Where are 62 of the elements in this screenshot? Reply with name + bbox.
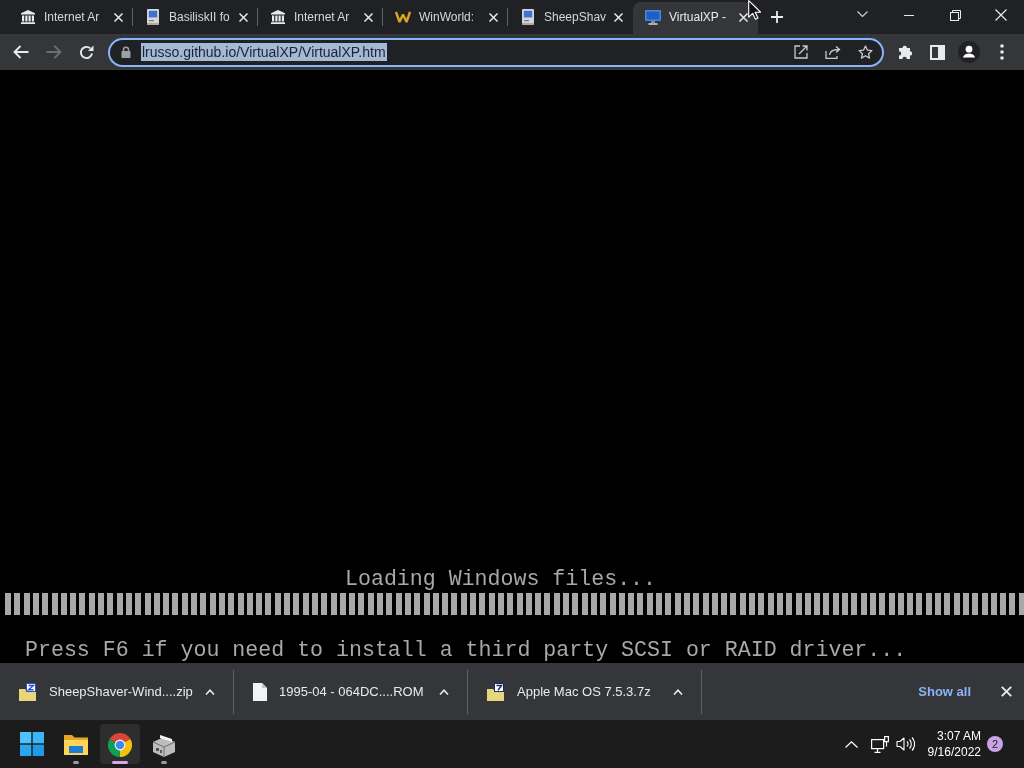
mouse-pointer-icon [748, 0, 761, 20]
columns-building-icon [20, 9, 36, 25]
address-bar[interactable]: lrusso.github.io/VirtualXP/VirtualXP.htm [108, 37, 884, 67]
close-icon [613, 12, 623, 22]
more-menu-icon [1000, 44, 1004, 60]
file-icon [253, 682, 267, 701]
setup-prompt-text: Press F6 if you need to install a third party SCSI or RAID driver... [25, 637, 907, 663]
restore-icon [949, 9, 961, 21]
clock-time[interactable]: 3:07 AM [936, 728, 981, 744]
speaker-icon[interactable] [895, 736, 915, 752]
browser-icon [108, 733, 132, 757]
close-icon [1000, 686, 1012, 697]
taskbar-app-button[interactable] [100, 724, 140, 764]
browser-tab[interactable]: Internet Ar [8, 2, 133, 34]
download-item[interactable]: Apple Mac OS 7.5.3.7z [468, 669, 701, 714]
close-icon [113, 12, 123, 22]
close-icon [995, 9, 1007, 21]
profile-avatar-icon [958, 41, 980, 63]
network-icon[interactable] [870, 735, 889, 753]
lock-icon [121, 46, 131, 58]
window-tiles-icon [20, 732, 44, 756]
browser-tab[interactable]: BasiliskII fo [133, 2, 258, 34]
monitor-icon [645, 9, 661, 25]
star-icon [857, 44, 873, 60]
download-item[interactable]: SheepShaver-Wind....zip [0, 669, 233, 714]
w-logo-icon [395, 9, 411, 25]
back-arrow-icon [13, 45, 29, 59]
browser-tab[interactable]: WinWorld: [383, 2, 508, 34]
caret-up-icon [673, 688, 683, 695]
external-link-icon [794, 45, 808, 59]
chevron-down-icon [856, 11, 868, 17]
columns-building-icon [270, 9, 286, 25]
archive-folder-icon [19, 682, 37, 701]
folder-icon [64, 733, 88, 757]
side-panel-icon [929, 44, 945, 60]
close-icon [488, 12, 498, 22]
classic-computer-icon [145, 9, 161, 25]
browser-tab[interactable]: VirtualXP - [633, 2, 758, 34]
status-text: Loading Windows files... [345, 566, 656, 592]
browser-tab[interactable]: Internet Ar [258, 2, 383, 34]
url-text[interactable]: lrusso.github.io/VirtualXP/VirtualXP.htm [141, 43, 387, 61]
archive-folder-icon [487, 682, 505, 701]
reload-icon [78, 44, 94, 60]
download-item[interactable]: 1995-04 - 064DC....ROM [234, 669, 467, 714]
forward-arrow-icon [46, 45, 62, 59]
show-all-button[interactable]: Show all [912, 675, 977, 708]
profile-button[interactable] [955, 38, 983, 66]
minimize-icon [904, 14, 914, 16]
caret-up-icon [439, 688, 449, 695]
box-icon [152, 733, 176, 757]
share-icon [825, 45, 841, 59]
caret-up-icon [845, 740, 859, 748]
close-icon [363, 12, 373, 22]
plus-icon [771, 11, 783, 23]
classic-computer-icon [520, 9, 536, 25]
close-icon [738, 12, 748, 22]
browser-tab[interactable]: SheepShav [508, 2, 633, 34]
clock-date[interactable]: 9/16/2022 [927, 744, 981, 760]
caret-up-icon [205, 688, 215, 695]
puzzle-piece-icon [898, 44, 914, 60]
notification-badge[interactable]: 2 [987, 736, 1003, 752]
close-icon [238, 12, 248, 22]
